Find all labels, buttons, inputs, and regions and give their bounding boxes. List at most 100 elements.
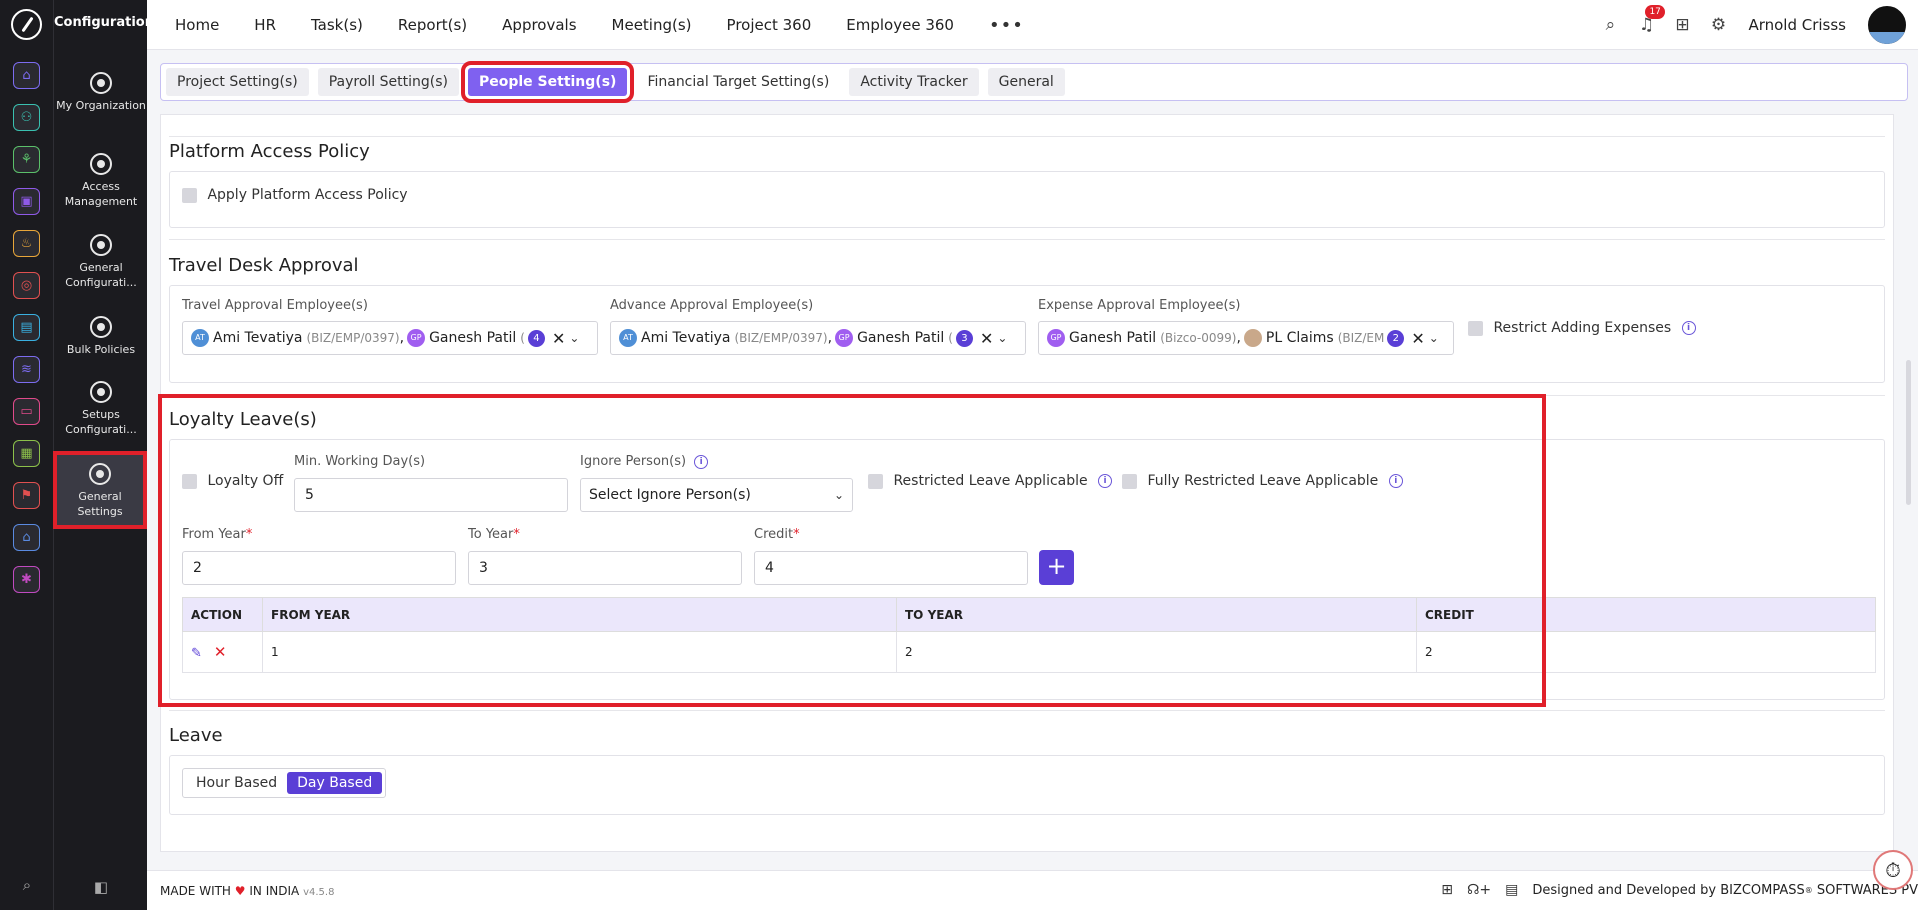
settings-icon[interactable]: ✱: [13, 566, 40, 593]
apply-platform-access-checkbox[interactable]: Apply Platform Access Policy: [182, 187, 408, 203]
column-header: ACTION: [182, 597, 263, 632]
timer-icon[interactable]: ⏱: [1873, 850, 1913, 890]
document-icon[interactable]: ▤: [1505, 882, 1518, 898]
configuration-sidebar: Configuration My Organization Access Man…: [53, 0, 154, 910]
checkbox-box[interactable]: [868, 473, 883, 489]
apps-grid-icon[interactable]: ⊞: [1672, 15, 1692, 35]
gear-icon[interactable]: ⚙: [1708, 15, 1728, 35]
scrollbar[interactable]: [1906, 360, 1911, 505]
hand-icon[interactable]: ♨: [13, 230, 40, 257]
min-working-days-label: Min. Working Day(s): [294, 454, 426, 469]
checkbox-box[interactable]: [182, 187, 197, 203]
info-icon[interactable]: i: [694, 454, 709, 469]
house-icon[interactable]: ⌂: [13, 524, 40, 551]
add-row-button[interactable]: +: [1039, 550, 1074, 585]
tab-activity-tracker[interactable]: Activity Tracker: [849, 68, 979, 96]
more-icon[interactable]: •••: [989, 15, 1024, 36]
avatar-initials: GP: [835, 329, 854, 347]
screen-icon[interactable]: ▭: [13, 398, 40, 425]
to-year-input[interactable]: 3: [468, 551, 742, 585]
nav-item[interactable]: Meeting(s): [612, 16, 692, 34]
headset-icon[interactable]: ☊+: [1467, 882, 1491, 898]
from-year-input[interactable]: 2: [182, 551, 456, 585]
sidebar-item-my-organization[interactable]: My Organization: [56, 72, 146, 113]
expense-approval-select[interactable]: GP Ganesh Patil (Bizco-0099), PL Claims (BI…: [1038, 321, 1454, 355]
nav-item[interactable]: Report(s): [398, 16, 467, 34]
sidebar-item-access-management[interactable]: Access Management: [56, 153, 146, 209]
avatar-initials: GP: [1047, 329, 1065, 347]
edit-icon[interactable]: ✎: [191, 646, 202, 661]
nav-item[interactable]: Home: [175, 16, 219, 34]
loyalty-off-checkbox[interactable]: Loyalty Off: [182, 473, 283, 489]
info-icon[interactable]: i: [1388, 474, 1403, 488]
column-header: TO YEAR: [896, 597, 1417, 632]
sidebar-item-setups-configuration[interactable]: Setups Configurati...: [56, 381, 146, 437]
day-based-option[interactable]: Day Based: [287, 772, 383, 794]
plant-icon[interactable]: ⚘: [13, 146, 40, 173]
notification-badge: 17: [1645, 5, 1665, 19]
checkbox-label: Apply Platform Access Policy: [207, 187, 408, 203]
restricted-leave-checkbox[interactable]: Restricted Leave Applicable i: [868, 473, 1113, 489]
nav-item[interactable]: HR: [254, 16, 276, 34]
tab-financial-target-setting-s[interactable]: Financial Target Setting(s): [636, 68, 840, 96]
compass-logo-icon[interactable]: [11, 9, 42, 40]
chevron-down-icon[interactable]: ⌄: [1429, 331, 1439, 345]
min-working-days-input[interactable]: 5: [294, 478, 568, 512]
sidebar-item-bulk-policies[interactable]: Bulk Policies: [56, 316, 146, 357]
search-icon[interactable]: ⌕: [18, 876, 36, 894]
info-icon[interactable]: i: [1681, 321, 1696, 335]
avatar-initials: AT: [619, 329, 637, 347]
sidebar-title: Configuration: [54, 15, 154, 30]
calendar-icon[interactable]: ▤: [13, 314, 40, 341]
checkbox-box[interactable]: [182, 473, 197, 489]
tab-general[interactable]: General: [987, 68, 1065, 96]
fully-restricted-leave-checkbox[interactable]: Fully Restricted Leave Applicable i: [1122, 473, 1403, 489]
briefcase-icon[interactable]: ▣: [13, 188, 40, 215]
travel-approval-select[interactable]: AT Ami Tevatiya (BIZ/EMP/0397), GP Ganesh P…: [182, 321, 598, 355]
windows-icon[interactable]: ⊞: [1441, 882, 1453, 898]
divider: [169, 395, 1885, 396]
chevron-down-icon[interactable]: ⌄: [569, 331, 579, 345]
tab-people-setting-s[interactable]: People Setting(s): [460, 61, 635, 103]
ignore-persons-select[interactable]: Select Ignore Person(s) ⌄: [580, 478, 853, 512]
target-icon[interactable]: ◎: [13, 272, 40, 299]
clear-icon[interactable]: ✕: [1411, 329, 1424, 348]
to-year-cell: 2: [896, 631, 1417, 673]
bell-icon[interactable]: ♫ 17: [1636, 5, 1665, 35]
layers-icon[interactable]: ≋: [13, 356, 40, 383]
tab-payroll-setting-s[interactable]: Payroll Setting(s): [317, 68, 459, 96]
file-icon[interactable]: ▦: [13, 440, 40, 467]
avatar[interactable]: [1866, 4, 1908, 46]
leave-type-toggle: Hour Based Day Based: [182, 768, 387, 798]
checkbox-box[interactable]: [1468, 320, 1483, 336]
info-icon[interactable]: i: [1098, 474, 1113, 488]
hour-based-option[interactable]: Hour Based: [186, 772, 287, 794]
user-name[interactable]: Arnold Crisss: [1748, 16, 1846, 34]
badge-icon[interactable]: ⚑: [13, 482, 40, 509]
column-header: CREDIT: [1416, 597, 1876, 632]
search-icon[interactable]: ⌕: [1600, 15, 1620, 35]
restrict-adding-expenses-checkbox[interactable]: Restrict Adding Expenses i: [1468, 320, 1696, 336]
ignore-persons-label: Ignore Person(s) i: [580, 454, 709, 469]
nav-item[interactable]: Approvals: [502, 16, 576, 34]
clear-icon[interactable]: ✕: [980, 329, 993, 348]
people-icon[interactable]: ⚇: [13, 104, 40, 131]
home-icon[interactable]: ⌂: [13, 62, 40, 89]
nav-item[interactable]: Task(s): [311, 16, 363, 34]
collapse-sidebar-icon[interactable]: ◧: [92, 878, 110, 896]
sidebar-item-general-configuration[interactable]: General Configurati...: [56, 234, 146, 290]
clear-icon[interactable]: ✕: [552, 329, 565, 348]
checkbox-box[interactable]: [1122, 473, 1137, 489]
tab-project-setting-s[interactable]: Project Setting(s): [166, 68, 309, 96]
delete-icon[interactable]: ✕: [214, 643, 227, 661]
sidebar-item-general-settings[interactable]: General Settings: [53, 451, 147, 529]
nav-item[interactable]: Project 360: [727, 16, 812, 34]
advance-approval-select[interactable]: AT Ami Tevatiya (BIZ/EMP/0397), GP Ganesh P…: [610, 321, 1026, 355]
credit-input[interactable]: 4: [754, 551, 1028, 585]
chevron-down-icon[interactable]: ⌄: [997, 331, 1007, 345]
app-rail: ⌂ ⚇ ⚘ ▣ ♨ ◎ ▤ ≋ ▭ ▦ ⚑ ⌂ ✱ ⌕: [0, 0, 53, 910]
gear-icon: [90, 153, 112, 175]
chevron-down-icon[interactable]: ⌄: [834, 488, 844, 502]
main-nav: Home HR Task(s) Report(s) Approvals Meeting(s…: [175, 0, 1024, 50]
nav-item[interactable]: Employee 360: [846, 16, 954, 34]
